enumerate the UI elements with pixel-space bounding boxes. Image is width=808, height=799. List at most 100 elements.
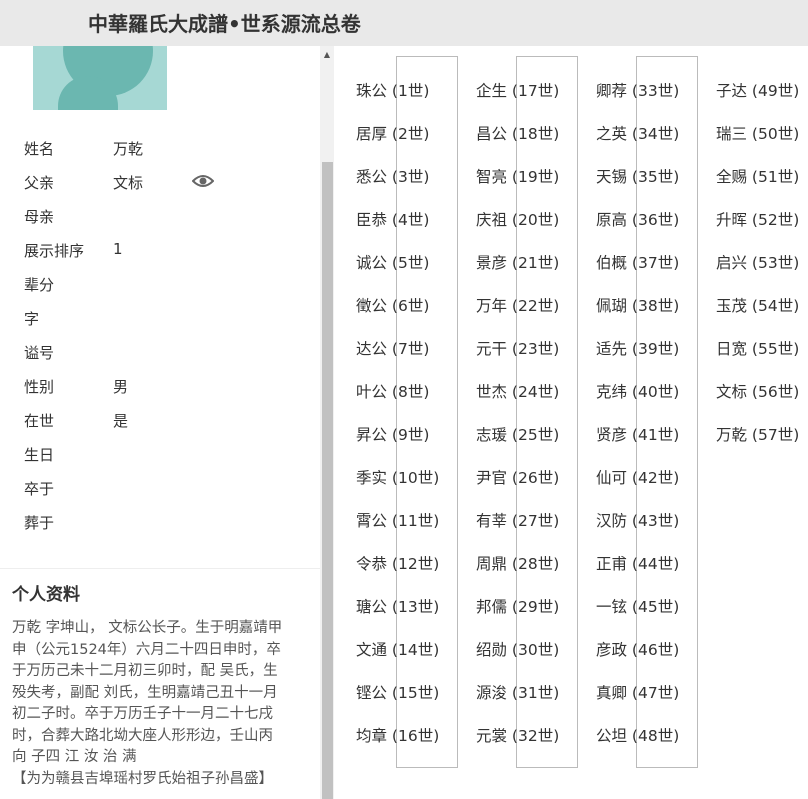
bio-line: 万乾 字坤山， 文标公长子。生于明嘉靖甲	[12, 620, 283, 636]
generation-tree: 珠公 (1世) 居厚 (2世) 悉公 (3世) 臣恭 (4世) 诚公 (5世) 徵公 (6…	[334, 46, 808, 799]
generation-link[interactable]: 元裳 (32世)	[476, 724, 559, 746]
field-row: 性别 男	[0, 370, 320, 404]
generation-link[interactable]: 珠公 (1世)	[356, 79, 429, 101]
generation-link[interactable]: 均章 (16世)	[356, 724, 439, 746]
bio-note: 【为为赣县吉埠瑶村罗氏始祖子孙昌盛】	[12, 770, 273, 787]
generation-link[interactable]: 仙可 (42世)	[596, 466, 679, 488]
field-row: 字	[0, 302, 320, 336]
generation-link[interactable]: 悉公 (3世)	[356, 165, 429, 187]
field-label: 展示排序	[24, 242, 85, 260]
field-label: 在世	[24, 412, 55, 430]
generation-link[interactable]: 令恭 (12世)	[356, 552, 439, 574]
generation-link[interactable]: 企生 (17世)	[476, 79, 559, 101]
field-row: 母亲	[0, 200, 320, 234]
eye-icon[interactable]	[192, 174, 214, 188]
generation-link[interactable]: 全赐 (51世)	[716, 165, 799, 187]
divider	[0, 568, 320, 569]
field-label: 卒于	[24, 480, 55, 498]
generation-link[interactable]: 升晖 (52世)	[716, 208, 799, 230]
bio-line: 申（公元1524年）六月二十四日申时，卒	[12, 641, 281, 658]
generation-link[interactable]: 子达 (49世)	[716, 79, 799, 101]
field-value: 1	[113, 240, 123, 258]
generation-link[interactable]: 智亮 (19世)	[476, 165, 559, 187]
generation-link[interactable]: 昌公 (18世)	[476, 122, 559, 144]
bio-line: 初二子时。卒于万历壬子十一月二十七戌	[12, 706, 273, 722]
field-row: 卒于	[0, 472, 320, 506]
field-row: 葬于	[0, 506, 320, 540]
field-value[interactable]: 文标	[113, 172, 143, 193]
scrollbar-thumb[interactable]	[322, 162, 333, 799]
bio-line: 向 子四 江 汝 治 满	[12, 749, 137, 765]
generation-link[interactable]: 铿公 (15世)	[356, 681, 439, 703]
generation-link[interactable]: 真卿 (47世)	[596, 681, 679, 703]
field-label: 性别	[24, 378, 55, 396]
generation-link[interactable]: 日宽 (55世)	[716, 337, 799, 359]
field-value: 男	[113, 378, 129, 396]
generation-link[interactable]: 世杰 (24世)	[476, 380, 559, 402]
generation-link[interactable]: 尹官 (26世)	[476, 466, 559, 488]
generation-link[interactable]: 汉防 (43世)	[596, 509, 679, 531]
bio-line: 于万历己未十二月初三卯时，配 吴氏，生	[12, 663, 278, 679]
profile-panel: 姓名 万乾 父亲 文标 母亲 展示排序 1 辈分字谥号 性别 男在世 是生日 卒于 葬于 个人资料 万乾…	[0, 46, 320, 799]
generation-link[interactable]: 庆祖 (20世)	[476, 208, 559, 230]
generation-link[interactable]: 绍勋 (30世)	[476, 638, 559, 660]
bio-line: 殁失考，副配 刘氏，生明嘉靖己丑十一月	[12, 684, 278, 701]
generation-link[interactable]: 天锡 (35世)	[596, 165, 679, 187]
generation-link[interactable]: 克纬 (40世)	[596, 380, 679, 402]
header-bar: 中華羅氏大成譜•世系源流总卷	[0, 0, 808, 46]
scroll-up-icon[interactable]: ▲	[322, 50, 332, 60]
generation-link[interactable]: 元干 (23世)	[476, 337, 559, 359]
generation-link[interactable]: 瑭公 (13世)	[356, 595, 439, 617]
generation-link[interactable]: 原高 (36世)	[596, 208, 679, 230]
generation-link[interactable]: 徵公 (6世)	[356, 294, 429, 316]
generation-link[interactable]: 达公 (7世)	[356, 337, 429, 359]
field-row: 生日	[0, 438, 320, 472]
generation-link[interactable]: 居厚 (2世)	[356, 122, 429, 144]
generation-link[interactable]: 有莘 (27世)	[476, 509, 559, 531]
generation-link[interactable]: 霄公 (11世)	[356, 509, 439, 531]
generation-link[interactable]: 公坦 (48世)	[596, 724, 679, 746]
generation-link[interactable]: 文通 (14世)	[356, 638, 439, 660]
field-label: 字	[24, 310, 40, 328]
generation-link[interactable]: 万年 (22世)	[476, 294, 559, 316]
bio-title: 个人资料	[12, 585, 80, 605]
generation-link[interactable]: 一铉 (45世)	[596, 595, 679, 617]
generation-link[interactable]: 正甫 (44世)	[596, 552, 679, 574]
bio-text: 万乾 字坤山， 文标公长子。生于明嘉靖甲 申（公元1524年）六月二十四日申时，卒…	[12, 618, 312, 790]
bio-line: 时，合葬大路北坳大座人形形边，壬山丙	[12, 727, 273, 744]
generation-link[interactable]: 卿荐 (33世)	[596, 79, 679, 101]
generation-link[interactable]: 万乾 (57世)	[716, 423, 799, 445]
generation-link[interactable]: 彦政 (46世)	[596, 638, 679, 660]
generation-link[interactable]: 源浚 (31世)	[476, 681, 559, 703]
generation-link[interactable]: 瑞三 (50世)	[716, 122, 799, 144]
generation-link[interactable]: 周鼎 (28世)	[476, 552, 559, 574]
generation-link[interactable]: 志瑗 (25世)	[476, 423, 559, 445]
field-label: 辈分	[24, 276, 55, 294]
tree-connector	[396, 56, 458, 768]
generation-link[interactable]: 文标 (56世)	[716, 380, 799, 402]
field-label: 葬于	[24, 514, 55, 532]
generation-link[interactable]: 邦儒 (29世)	[476, 595, 559, 617]
generation-link[interactable]: 臣恭 (4世)	[356, 208, 429, 230]
tree-connector	[636, 56, 698, 768]
generation-link[interactable]: 景彦 (21世)	[476, 251, 559, 273]
generation-link[interactable]: 伯概 (37世)	[596, 251, 679, 273]
field-label: 母亲	[24, 208, 55, 226]
generation-link[interactable]: 叶公 (8世)	[356, 380, 429, 402]
generation-link[interactable]: 季实 (10世)	[356, 466, 439, 488]
avatar	[33, 46, 167, 110]
field-value: 是	[113, 412, 129, 430]
field-row: 辈分	[0, 268, 320, 302]
generation-link[interactable]: 诚公 (5世)	[356, 251, 429, 273]
field-row: 在世 是	[0, 404, 320, 438]
field-value: 万乾	[113, 140, 144, 158]
field-row: 姓名 万乾	[0, 132, 320, 166]
generation-link[interactable]: 之英 (34世)	[596, 122, 679, 144]
field-label: 谥号	[24, 344, 55, 362]
generation-link[interactable]: 昇公 (9世)	[356, 423, 429, 445]
generation-link[interactable]: 贤彦 (41世)	[596, 423, 679, 445]
generation-link[interactable]: 佩瑚 (38世)	[596, 294, 679, 316]
generation-link[interactable]: 适先 (39世)	[596, 337, 679, 359]
generation-link[interactable]: 启兴 (53世)	[716, 251, 799, 273]
generation-link[interactable]: 玉茂 (54世)	[716, 294, 799, 316]
